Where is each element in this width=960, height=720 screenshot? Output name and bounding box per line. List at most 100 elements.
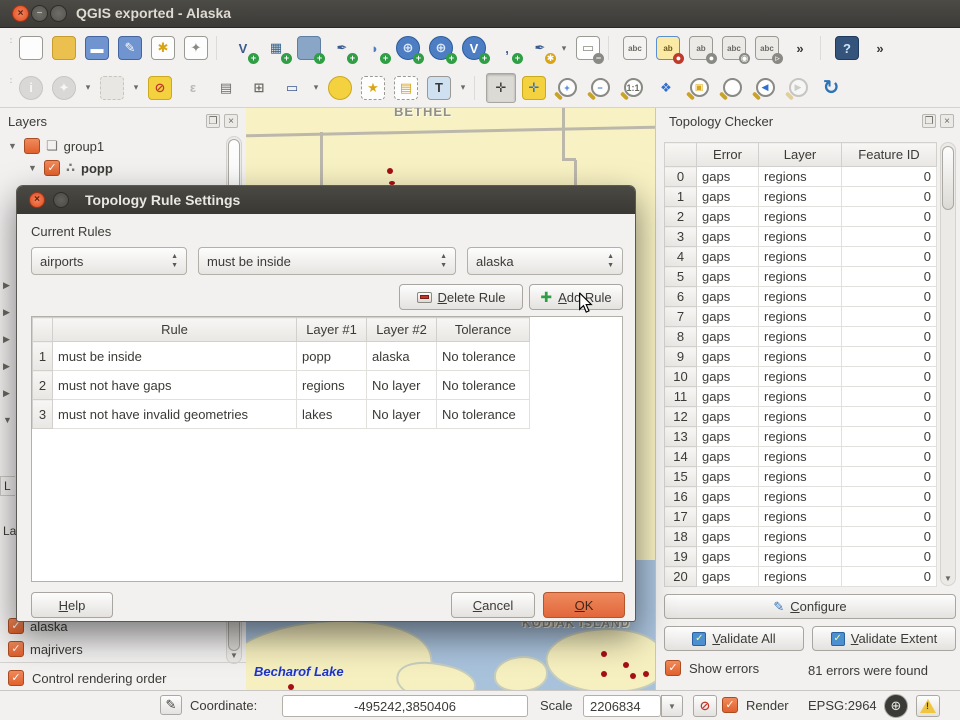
add-raster-layer-button[interactable]: ▦+ bbox=[261, 33, 291, 63]
field-calculator-button[interactable]: ⊞ bbox=[244, 73, 274, 103]
add-postgis-layer-button[interactable]: + bbox=[294, 33, 324, 63]
add-spatialite-layer-button[interactable]: ✒+ bbox=[327, 33, 357, 63]
configure-button[interactable]: ✎ Configure bbox=[664, 594, 956, 619]
tolerance-column-header[interactable]: Tolerance bbox=[437, 318, 530, 342]
zoom-to-layer-button[interactable] bbox=[717, 73, 747, 103]
layer-tree-item-majrivers[interactable]: ✓ majrivers bbox=[8, 641, 83, 657]
deselect-features-button[interactable]: ⊘ bbox=[145, 73, 175, 103]
panel-float-icon[interactable]: ❐ bbox=[922, 114, 936, 128]
validate-extent-button[interactable]: ✓ Validate Extent bbox=[812, 626, 956, 651]
toolbar-grip[interactable]: ⋮⋮⋮ bbox=[6, 37, 13, 59]
checker-scrollbar-thumb[interactable] bbox=[942, 146, 954, 210]
crs-status-button[interactable]: ⊕ bbox=[884, 694, 908, 718]
table-row[interactable]: 1gapsregions0 bbox=[665, 187, 937, 207]
render-checkbox[interactable]: ✓ bbox=[722, 697, 738, 713]
toolbar-overflow-2-button[interactable]: » bbox=[865, 33, 895, 63]
table-row[interactable]: 2must not have gapsregionsNo layerNo tol… bbox=[33, 371, 530, 400]
pan-map-button[interactable]: ✛ bbox=[486, 73, 516, 103]
add-wcs-layer-button[interactable]: ⊕+ bbox=[426, 33, 456, 63]
scroll-down-icon[interactable]: ▼ bbox=[941, 574, 955, 583]
layer-tree-item-popp[interactable]: ▼ ✓ ∴ popp bbox=[28, 160, 113, 176]
messages-button[interactable]: ! bbox=[916, 695, 940, 717]
new-project-button[interactable] bbox=[16, 33, 46, 63]
table-row[interactable]: 18gapsregions0 bbox=[665, 527, 937, 547]
zoom-native-button[interactable]: 1:1 bbox=[618, 73, 648, 103]
rule-combobox[interactable]: must be inside ▲▼ bbox=[198, 247, 456, 275]
table-row[interactable]: 8gapsregions0 bbox=[665, 327, 937, 347]
add-mssql-layer-button[interactable]: ◗+ bbox=[360, 33, 390, 63]
scale-combobox[interactable]: 2206834 bbox=[583, 695, 661, 717]
table-row[interactable]: 10gapsregions0 bbox=[665, 367, 937, 387]
help-button[interactable]: Help bbox=[31, 592, 113, 618]
remove-layer-group-button[interactable]: ▭− bbox=[573, 33, 603, 63]
stop-render-button[interactable]: ⊘ bbox=[693, 695, 717, 717]
show-errors-checkbox[interactable]: ✓ bbox=[665, 660, 681, 676]
window-maximize-icon[interactable] bbox=[50, 5, 67, 22]
popp-checkbox[interactable]: ✓ bbox=[44, 160, 60, 176]
table-row[interactable]: 14gapsregions0 bbox=[665, 447, 937, 467]
layer2-combobox[interactable]: alaska ▲▼ bbox=[467, 247, 623, 275]
save-project-button[interactable]: ▬ bbox=[82, 33, 112, 63]
zoom-last-button[interactable]: ◀ bbox=[750, 73, 780, 103]
show-errors-toggle[interactable]: ✓ Show errors bbox=[665, 660, 759, 676]
table-row[interactable]: 4gapsregions0 bbox=[665, 247, 937, 267]
layer1-column-header[interactable]: Layer #1 bbox=[297, 318, 367, 342]
dialog-close-icon[interactable]: × bbox=[29, 192, 45, 208]
new-shapefile-layer-button[interactable]: ✒✱ bbox=[525, 33, 555, 63]
tree-expanded-icon[interactable]: ▼ bbox=[28, 163, 38, 173]
coordinate-input[interactable]: -495242,3850406 bbox=[282, 695, 528, 717]
add-rule-button[interactable]: ✚ Add Rule bbox=[529, 284, 623, 310]
open-project-button[interactable] bbox=[49, 33, 79, 63]
composer-manager-button[interactable]: ✦ bbox=[181, 33, 211, 63]
dropdown-arrow-icon[interactable]: ▾ bbox=[457, 75, 469, 101]
checker-scrollbar[interactable] bbox=[940, 142, 956, 586]
table-row[interactable]: 20gapsregions0 bbox=[665, 567, 937, 587]
table-row[interactable]: 15gapsregions0 bbox=[665, 467, 937, 487]
refresh-map-button[interactable]: ↻ bbox=[816, 73, 846, 103]
dropdown-arrow-icon[interactable]: ▾ bbox=[130, 75, 142, 101]
text-annotation-button[interactable]: T bbox=[424, 73, 454, 103]
table-row[interactable]: 9gapsregions0 bbox=[665, 347, 937, 367]
label-visibility-button[interactable]: abc◉ bbox=[719, 33, 749, 63]
dropdown-arrow-icon[interactable]: ▾ bbox=[558, 35, 570, 61]
validate-all-button[interactable]: ✓ Validate All bbox=[664, 626, 804, 651]
dropdown-arrow-icon[interactable]: ▾ bbox=[310, 75, 322, 101]
error-column-header[interactable]: Error bbox=[697, 143, 759, 167]
delete-rule-button[interactable]: Delete Rule bbox=[399, 284, 523, 310]
table-row[interactable]: 19gapsregions0 bbox=[665, 547, 937, 567]
panel-tab-fragment[interactable]: L bbox=[0, 476, 15, 496]
window-minimize-icon[interactable]: − bbox=[31, 5, 48, 22]
table-row[interactable]: 7gapsregions0 bbox=[665, 307, 937, 327]
table-row[interactable]: 6gapsregions0 bbox=[665, 287, 937, 307]
add-wms-layer-button[interactable]: ⊕+ bbox=[393, 33, 423, 63]
panel-float-icon[interactable]: ❐ bbox=[206, 114, 220, 128]
help-contents-button[interactable]: ? bbox=[832, 33, 862, 63]
save-project-as-button[interactable]: ✎ bbox=[115, 33, 145, 63]
table-row[interactable]: 5gapsregions0 bbox=[665, 267, 937, 287]
add-wfs-layer-button[interactable]: V+ bbox=[459, 33, 489, 63]
labeling-button[interactable]: abc bbox=[620, 33, 650, 63]
open-attribute-table-button[interactable]: ▤ bbox=[211, 73, 241, 103]
window-close-icon[interactable]: × bbox=[12, 5, 29, 22]
label-move-button[interactable]: abc▹ bbox=[752, 33, 782, 63]
cancel-button[interactable]: Cancel bbox=[451, 592, 535, 618]
table-row[interactable]: 17gapsregions0 bbox=[665, 507, 937, 527]
scale-dropdown-icon[interactable]: ▼ bbox=[661, 695, 683, 717]
control-rendering-order[interactable]: ✓ Control rendering order bbox=[8, 670, 166, 686]
layer2-column-header[interactable]: Layer #2 bbox=[367, 318, 437, 342]
zoom-in-button[interactable]: + bbox=[552, 73, 582, 103]
zoom-out-button[interactable]: − bbox=[585, 73, 615, 103]
panel-close-icon[interactable]: × bbox=[224, 114, 238, 128]
render-toggle[interactable]: ✓ Render bbox=[722, 697, 789, 713]
toolbar-overflow-button[interactable]: » bbox=[785, 33, 815, 63]
add-delimited-text-layer-button[interactable]: ,+ bbox=[492, 33, 522, 63]
control-rendering-checkbox[interactable]: ✓ bbox=[8, 670, 24, 686]
map-tips-button[interactable] bbox=[325, 73, 355, 103]
label-pin-active-button[interactable]: ab● bbox=[653, 33, 683, 63]
table-row[interactable]: 2gapsregions0 bbox=[665, 207, 937, 227]
table-row[interactable]: 3gapsregions0 bbox=[665, 227, 937, 247]
tree-expanded-icon[interactable]: ▼ bbox=[8, 141, 18, 151]
ok-button[interactable]: OK bbox=[543, 592, 625, 618]
table-row[interactable]: 3must not have invalid geometrieslakesNo… bbox=[33, 400, 530, 429]
table-row[interactable]: 13gapsregions0 bbox=[665, 427, 937, 447]
